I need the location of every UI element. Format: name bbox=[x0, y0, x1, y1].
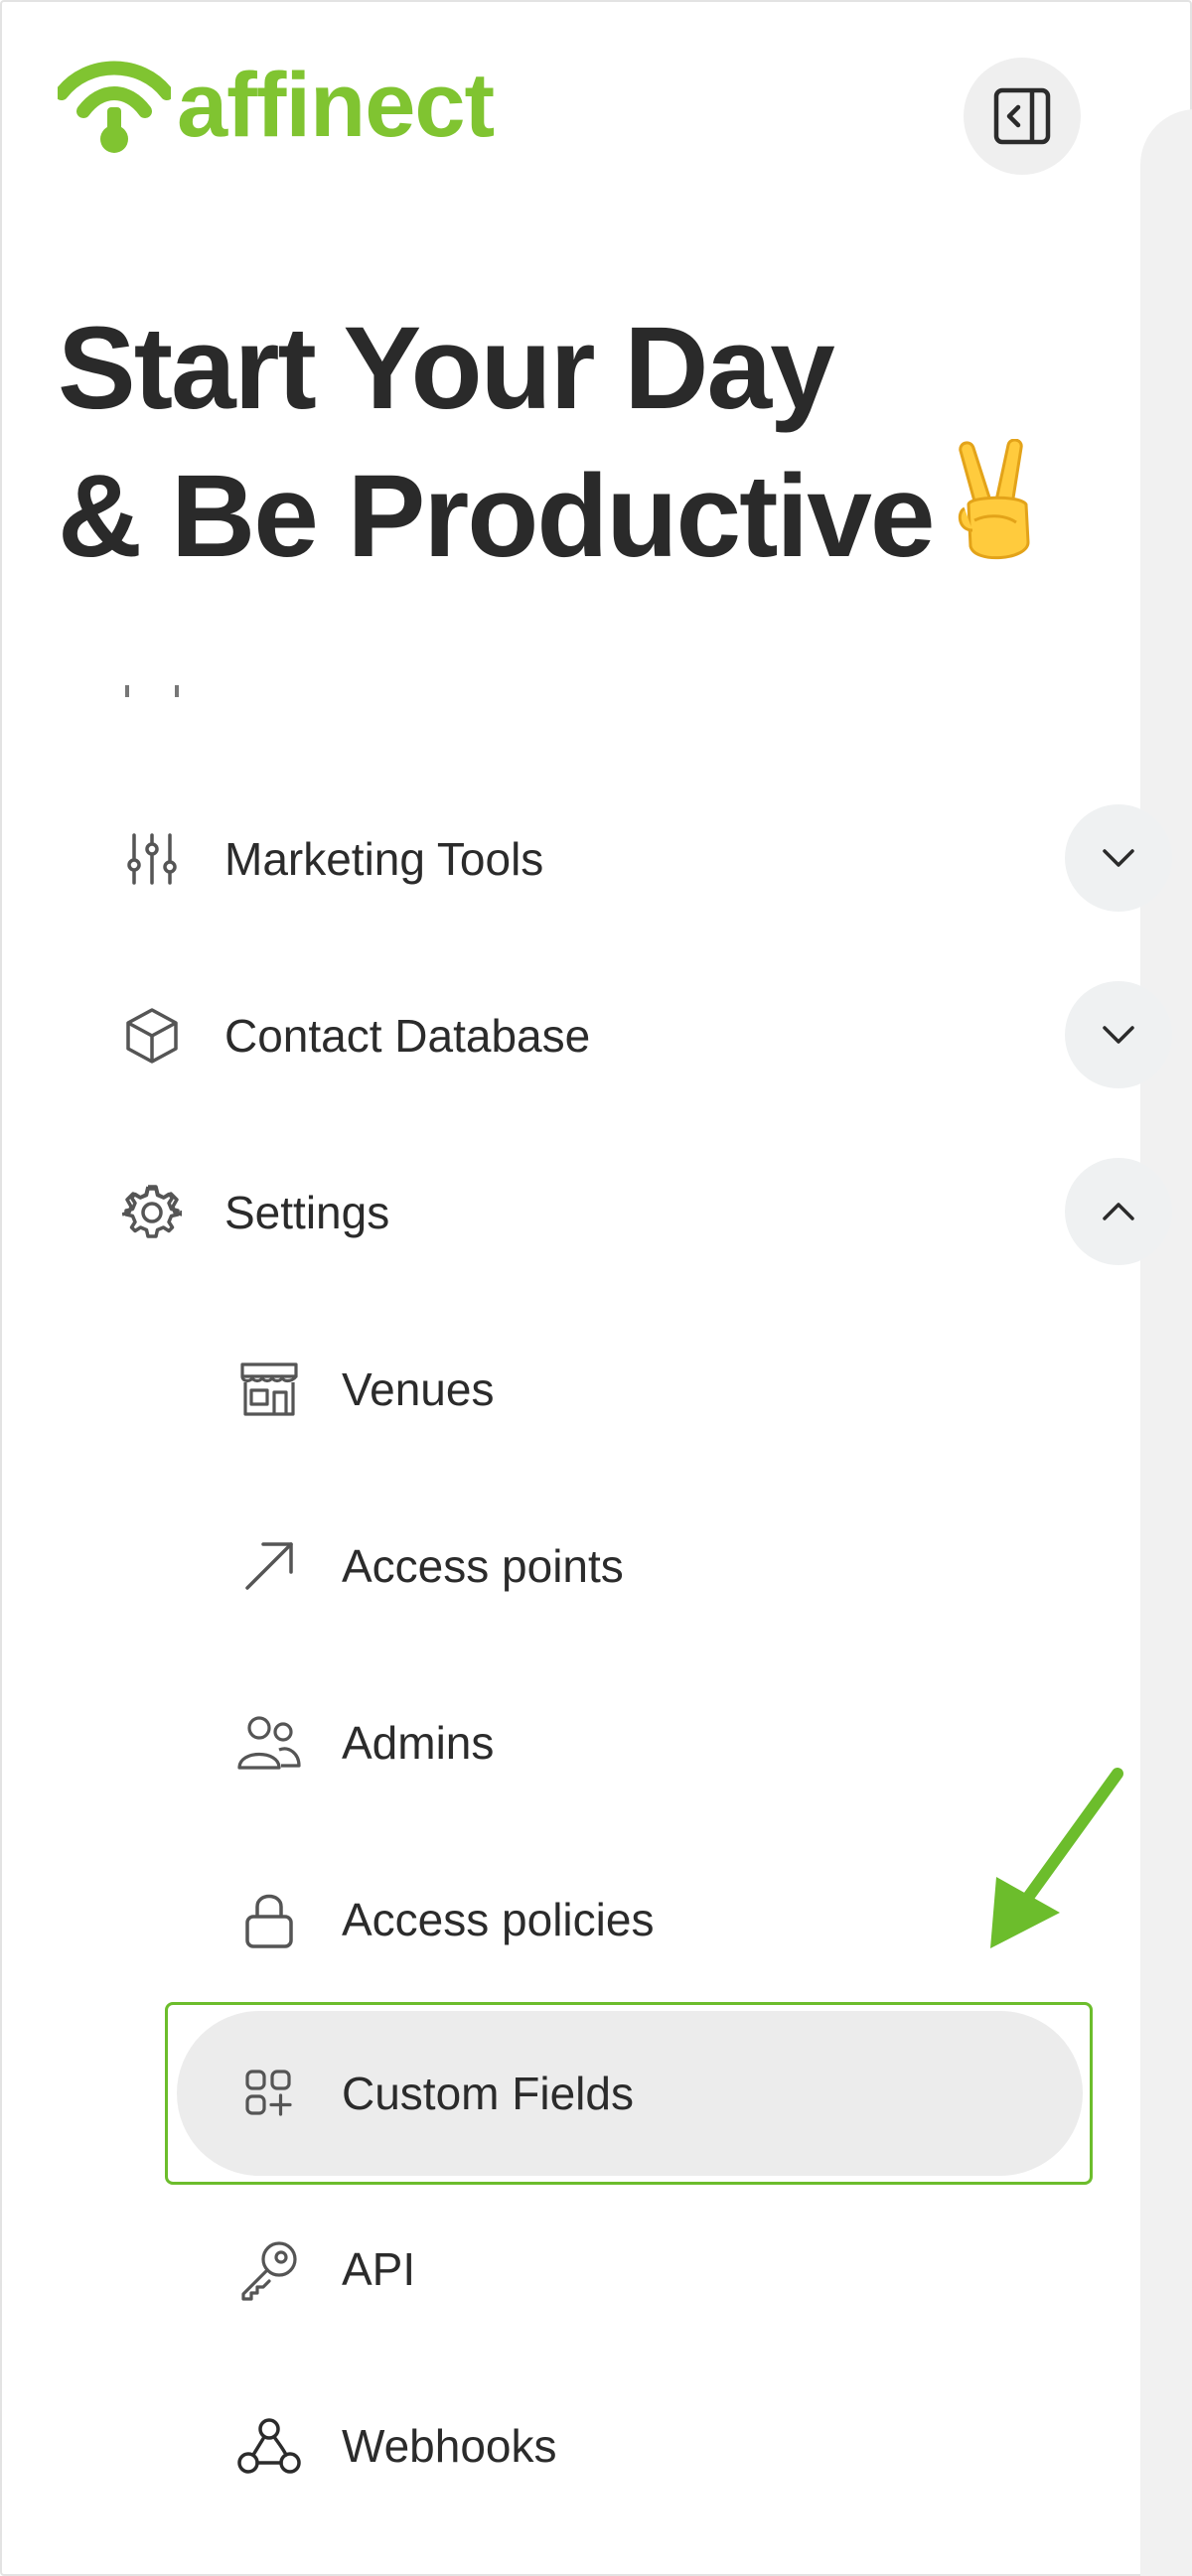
settings-item-api[interactable]: API bbox=[236, 2215, 1031, 2324]
nav-item-label: Settings bbox=[224, 1187, 390, 1238]
greeting-line-2: & Be Productive bbox=[58, 451, 935, 582]
menu-item-icon bbox=[125, 685, 179, 697]
webhook-icon bbox=[236, 2413, 302, 2479]
annotation-arrow-icon bbox=[990, 1768, 1123, 1948]
settings-item-label: Admins bbox=[342, 1717, 495, 1769]
users-icon bbox=[236, 1710, 302, 1776]
arrow-up-right-icon bbox=[236, 1533, 302, 1599]
storefront-icon bbox=[236, 1357, 302, 1422]
settings-item-label: Webhooks bbox=[342, 2420, 557, 2472]
greeting-line-1: Start Your Day bbox=[58, 303, 835, 434]
lock-icon bbox=[236, 1887, 302, 1952]
expand-contact-database-button[interactable] bbox=[1065, 981, 1172, 1088]
gear-icon bbox=[119, 1180, 185, 1245]
expand-marketing-tools-button[interactable] bbox=[1065, 804, 1172, 912]
main-content-edge bbox=[1140, 109, 1192, 2576]
nav-item-label: Contact Database bbox=[224, 1010, 591, 1062]
settings-item-label: Custom Fields bbox=[342, 2068, 634, 2119]
nav-item-settings[interactable]: Settings bbox=[119, 1158, 1172, 1267]
chevron-down-icon bbox=[1103, 849, 1134, 867]
settings-item-access-points[interactable]: Access points bbox=[236, 1511, 1031, 1621]
settings-item-label: Access points bbox=[342, 1540, 624, 1592]
settings-item-access-policies[interactable]: Access policies bbox=[236, 1865, 1031, 1974]
brand-logo[interactable]: affinect bbox=[58, 55, 495, 156]
nav-item-label: Marketing Tools bbox=[224, 833, 544, 885]
page-greeting-heading: Start Your Day & Be Productive bbox=[58, 298, 1046, 587]
chevron-up-icon bbox=[1103, 1203, 1134, 1220]
wifi-logo-icon bbox=[58, 61, 171, 153]
sidebar-collapse-button[interactable] bbox=[964, 58, 1081, 175]
settings-item-label: Access policies bbox=[342, 1894, 655, 1945]
collapse-settings-button[interactable] bbox=[1065, 1158, 1172, 1265]
key-icon bbox=[236, 2236, 302, 2302]
settings-item-venues[interactable]: Venues bbox=[236, 1335, 1031, 1444]
nav-item-marketing-tools[interactable]: Marketing Tools bbox=[119, 804, 1172, 914]
settings-item-webhooks[interactable]: Webhooks bbox=[236, 2391, 1031, 2501]
victory-hand-emoji bbox=[959, 439, 1030, 560]
settings-item-admins[interactable]: Admins bbox=[236, 1688, 1031, 1797]
grid-plus-icon bbox=[236, 2061, 302, 2126]
settings-item-custom-fields[interactable]: Custom Fields bbox=[236, 2039, 1031, 2148]
scrolled-off-menu-item[interactable] bbox=[119, 685, 1013, 715]
sidebar-collapse-icon bbox=[993, 87, 1051, 145]
settings-item-label: API bbox=[342, 2243, 416, 2295]
settings-item-label: Venues bbox=[342, 1363, 495, 1415]
sliders-icon bbox=[119, 826, 185, 892]
brand-name: affinect bbox=[177, 55, 495, 156]
chevron-down-icon bbox=[1103, 1026, 1134, 1044]
cube-icon bbox=[119, 1003, 185, 1069]
nav-item-contact-database[interactable]: Contact Database bbox=[119, 981, 1172, 1090]
